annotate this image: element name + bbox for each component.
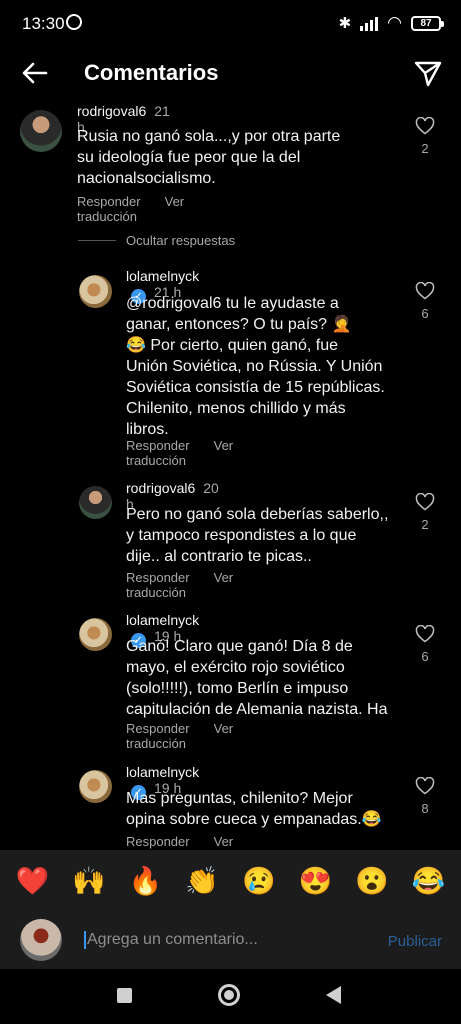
like-control: 2 — [414, 117, 436, 156]
recents-icon[interactable] — [117, 988, 132, 1003]
status-time: 13:30 — [22, 14, 65, 33]
like-count: 6 — [421, 306, 429, 321]
comment-text: Rusia no ganó sola...,y por otra parte s… — [77, 128, 341, 187]
comment-username[interactable]: lolamelnyck — [126, 268, 199, 284]
reply-button[interactable]: Responder — [126, 570, 190, 585]
comment-text: Pero no ganó sola deberías saberlo,, y t… — [126, 506, 389, 565]
like-control: 8 — [414, 777, 436, 816]
avatar[interactable] — [20, 110, 62, 152]
like-count: 2 — [421, 517, 429, 532]
divider — [78, 240, 116, 241]
like-control: 6 — [414, 282, 436, 321]
header: Comentarios — [0, 48, 461, 98]
avatar[interactable] — [79, 275, 112, 308]
comment-actions: ResponderVer traducción — [126, 721, 233, 751]
whatsapp-icon — [66, 14, 82, 30]
avatar — [20, 919, 62, 961]
heart-emoji-button[interactable]: ❤️ — [16, 867, 50, 895]
reply-button[interactable]: Responder — [77, 194, 141, 209]
signal-icon — [360, 15, 379, 31]
wifi-icon: ◠ — [387, 13, 402, 32]
comment-text: Ganó! Claro que ganó! Día 8 de mayo, el … — [126, 638, 388, 718]
heart-icon[interactable] — [415, 625, 435, 643]
comment-actions: ResponderVer traducción — [126, 438, 233, 468]
comment-text: Mas preguntas, chilenito? Mejor opina so… — [126, 790, 382, 828]
heart-icon[interactable] — [415, 777, 435, 795]
battery-icon: 87 — [411, 15, 444, 31]
back-icon[interactable] — [326, 986, 341, 1004]
reply-button[interactable]: Responder — [126, 438, 190, 453]
avatar[interactable] — [79, 770, 112, 803]
page-title: Comentarios — [84, 60, 219, 85]
like-count: 8 — [421, 801, 429, 816]
back-arrow-icon[interactable] — [18, 56, 52, 90]
status-icons: ✱ ◠ 87 — [338, 13, 444, 33]
heart-icon[interactable] — [415, 117, 435, 135]
system-nav-bar — [0, 969, 461, 1024]
avatar[interactable] — [79, 486, 112, 519]
comment-input[interactable]: Agrega un comentario... — [84, 931, 258, 949]
comment-username[interactable]: lolamelnyck — [126, 612, 199, 628]
comment-actions: ResponderVer traducción — [77, 194, 184, 224]
like-control: 2 — [414, 493, 436, 532]
comment-username[interactable]: rodrigoval6 — [126, 480, 195, 496]
clap-emoji-button[interactable]: 👏 — [185, 867, 219, 895]
comment-username[interactable]: rodrigoval6 — [77, 103, 146, 119]
heart-eyes-emoji-button[interactable]: 😍 — [299, 867, 333, 895]
like-count: 6 — [421, 649, 429, 664]
raised-hands-emoji-button[interactable]: 🙌 — [72, 867, 106, 895]
comments-list: rodrigoval6 21 h Rusia no ganó sola...,y … — [0, 98, 461, 850]
like-control: 6 — [414, 625, 436, 664]
reply-button[interactable]: Responder — [126, 834, 190, 849]
comment-actions: ResponderVer traducción — [126, 570, 233, 600]
heart-icon[interactable] — [415, 493, 435, 511]
crying-emoji-button[interactable]: 😢 — [242, 867, 276, 895]
laughing-emoji-button[interactable]: 😂 — [412, 867, 446, 895]
publish-button[interactable]: Publicar — [388, 933, 442, 950]
comment-username[interactable]: lolamelnyck — [126, 764, 199, 780]
send-icon[interactable] — [411, 56, 445, 90]
home-icon[interactable] — [218, 984, 240, 1006]
avatar[interactable] — [79, 618, 112, 651]
emoji-bar: ❤️ 🙌 🔥 👏 😢 😍 😮 😂 — [0, 850, 461, 912]
fire-emoji-button[interactable]: 🔥 — [129, 867, 163, 895]
comment-text: @rodrigoval6 tu le ayudaste a ganar, ent… — [126, 295, 385, 438]
hide-replies-label: Ocultar respuestas — [126, 233, 236, 248]
comment-actions: ResponderVer traducción — [126, 834, 233, 850]
bluetooth-icon: ✱ — [338, 15, 352, 32]
heart-icon[interactable] — [415, 282, 435, 300]
status-bar: 13:30 ✱ ◠ 87 — [0, 0, 461, 48]
comment-composer: Agrega un comentario... Publicar — [0, 912, 461, 969]
surprised-emoji-button[interactable]: 😮 — [355, 867, 389, 895]
like-count: 2 — [421, 141, 429, 156]
reply-button[interactable]: Responder — [126, 721, 190, 736]
hide-replies-toggle[interactable]: Ocultar respuestas — [78, 233, 235, 248]
